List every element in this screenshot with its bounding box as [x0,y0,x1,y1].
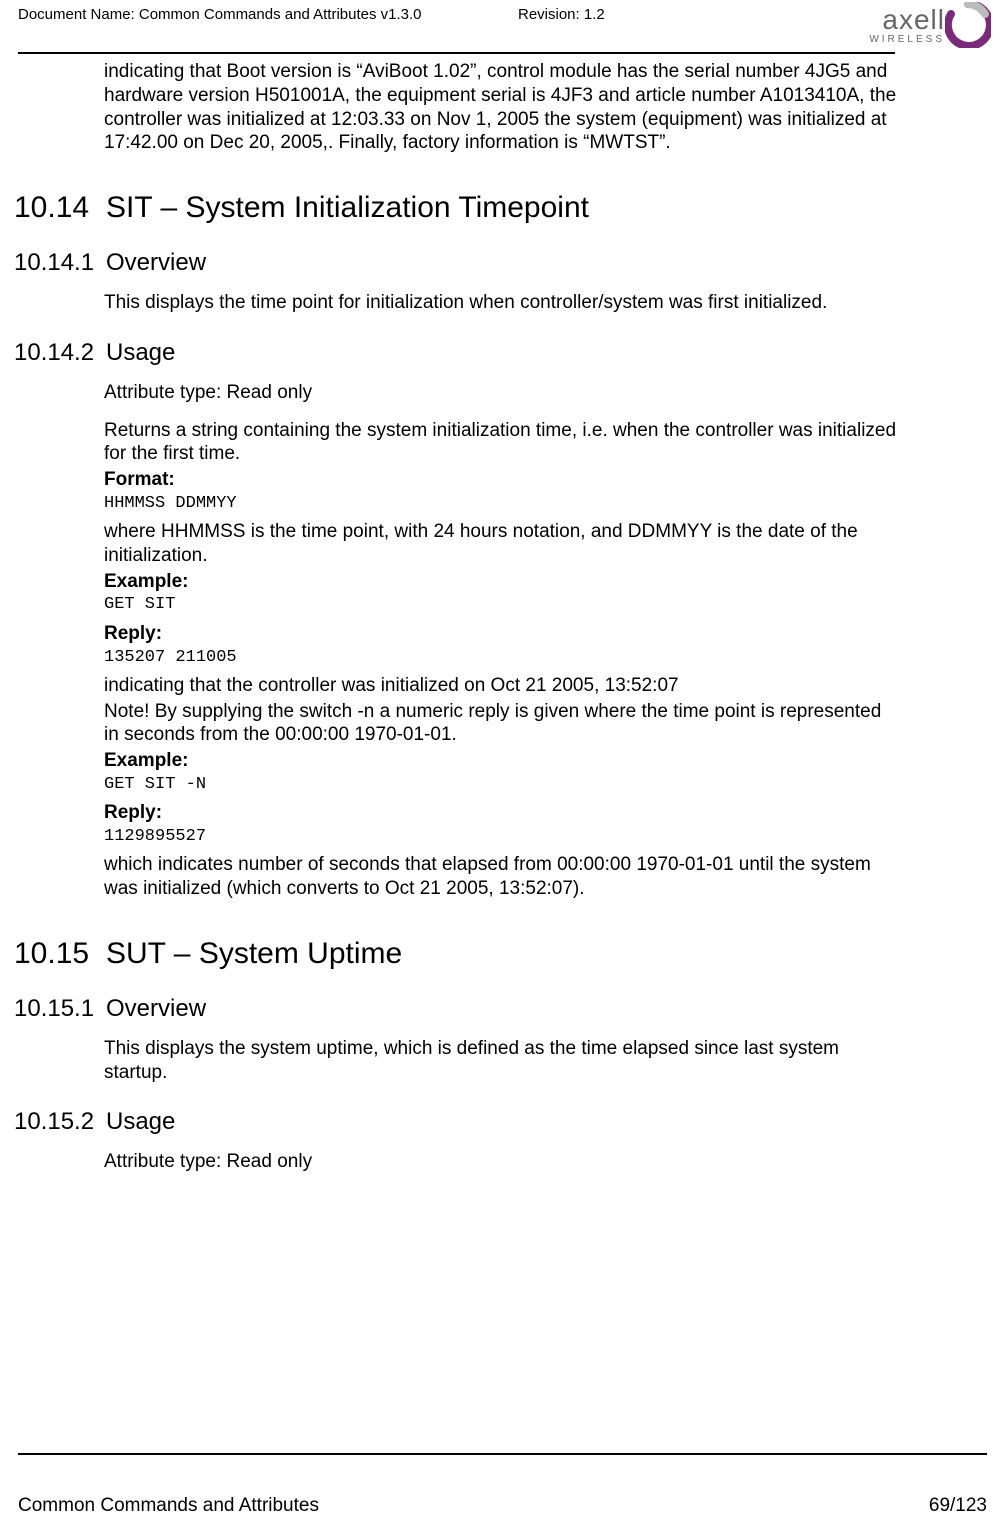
section-number: 10.14 [14,191,106,225]
footer-rule [18,1453,987,1455]
page: Document Name: Common Commands and Attri… [0,0,1005,1517]
section-10-14-2-heading: 10.14.2Usage [14,339,901,367]
footer-page-number: 69/123 [929,1495,987,1517]
usage-p3a: indicating that the controller was initi… [104,674,901,698]
subsection-number: 10.14.2 [14,339,106,367]
usage-p1: Returns a string containing the system i… [104,419,901,467]
header-rule [18,52,895,54]
attribute-type-15: Attribute type: Read only [104,1150,901,1174]
logo-text: axell [882,4,945,36]
revision: Revision: 1.2 [518,6,605,23]
subsection-title: Usage [106,1108,175,1135]
section-10-15-2-heading: 10.15.2Usage [14,1108,901,1136]
usage-p4: which indicates number of seconds that e… [104,853,901,901]
example2-label: Example: [104,749,901,773]
example1-label: Example: [104,570,901,594]
example1-code: GET SIT [104,595,901,615]
subsection-number: 10.14.1 [14,249,106,277]
section-10-15-1-heading: 10.15.1Overview [14,995,901,1023]
section-10-14-heading: 10.14SIT – System Initialization Timepoi… [14,191,901,225]
subsection-title: Usage [106,339,175,366]
footer-title: Common Commands and Attributes [18,1495,319,1517]
example2-code: GET SIT -N [104,775,901,795]
section-10-15-heading: 10.15SUT – System Uptime [14,937,901,971]
subsection-title: Overview [106,249,206,276]
attribute-type: Attribute type: Read only [104,381,901,405]
section-title: SIT – System Initialization Timepoint [106,191,589,224]
intro-paragraph: indicating that Boot version is “AviBoot… [104,60,901,155]
body-content: indicating that Boot version is “AviBoot… [0,60,1005,1188]
reply2-code: 1129895527 [104,827,901,847]
section-title: SUT – System Uptime [106,937,402,970]
usage-p3b: Note! By supplying the switch -n a numer… [104,700,901,748]
reply2-label: Reply: [104,801,901,825]
format-code: HHMMSS DDMMYY [104,494,901,514]
logo-subtext: WIRELESS [869,34,945,45]
logo-swirl-icon [945,2,991,48]
overview-text-15: This displays the system uptime, which i… [104,1037,901,1085]
format-label: Format: [104,468,901,492]
subsection-title: Overview [106,995,206,1022]
section-number: 10.15 [14,937,106,971]
reply1-code: 135207 211005 [104,648,901,668]
section-10-14-1-heading: 10.14.1Overview [14,249,901,277]
usage-p2: where HHMMSS is the time point, with 24 … [104,520,901,568]
subsection-number: 10.15.1 [14,995,106,1023]
doc-name: Document Name: Common Commands and Attri… [18,6,422,23]
overview-text: This displays the time point for initial… [104,291,901,315]
logo: axell WIRELESS [837,4,987,54]
subsection-number: 10.15.2 [14,1108,106,1136]
reply1-label: Reply: [104,622,901,646]
